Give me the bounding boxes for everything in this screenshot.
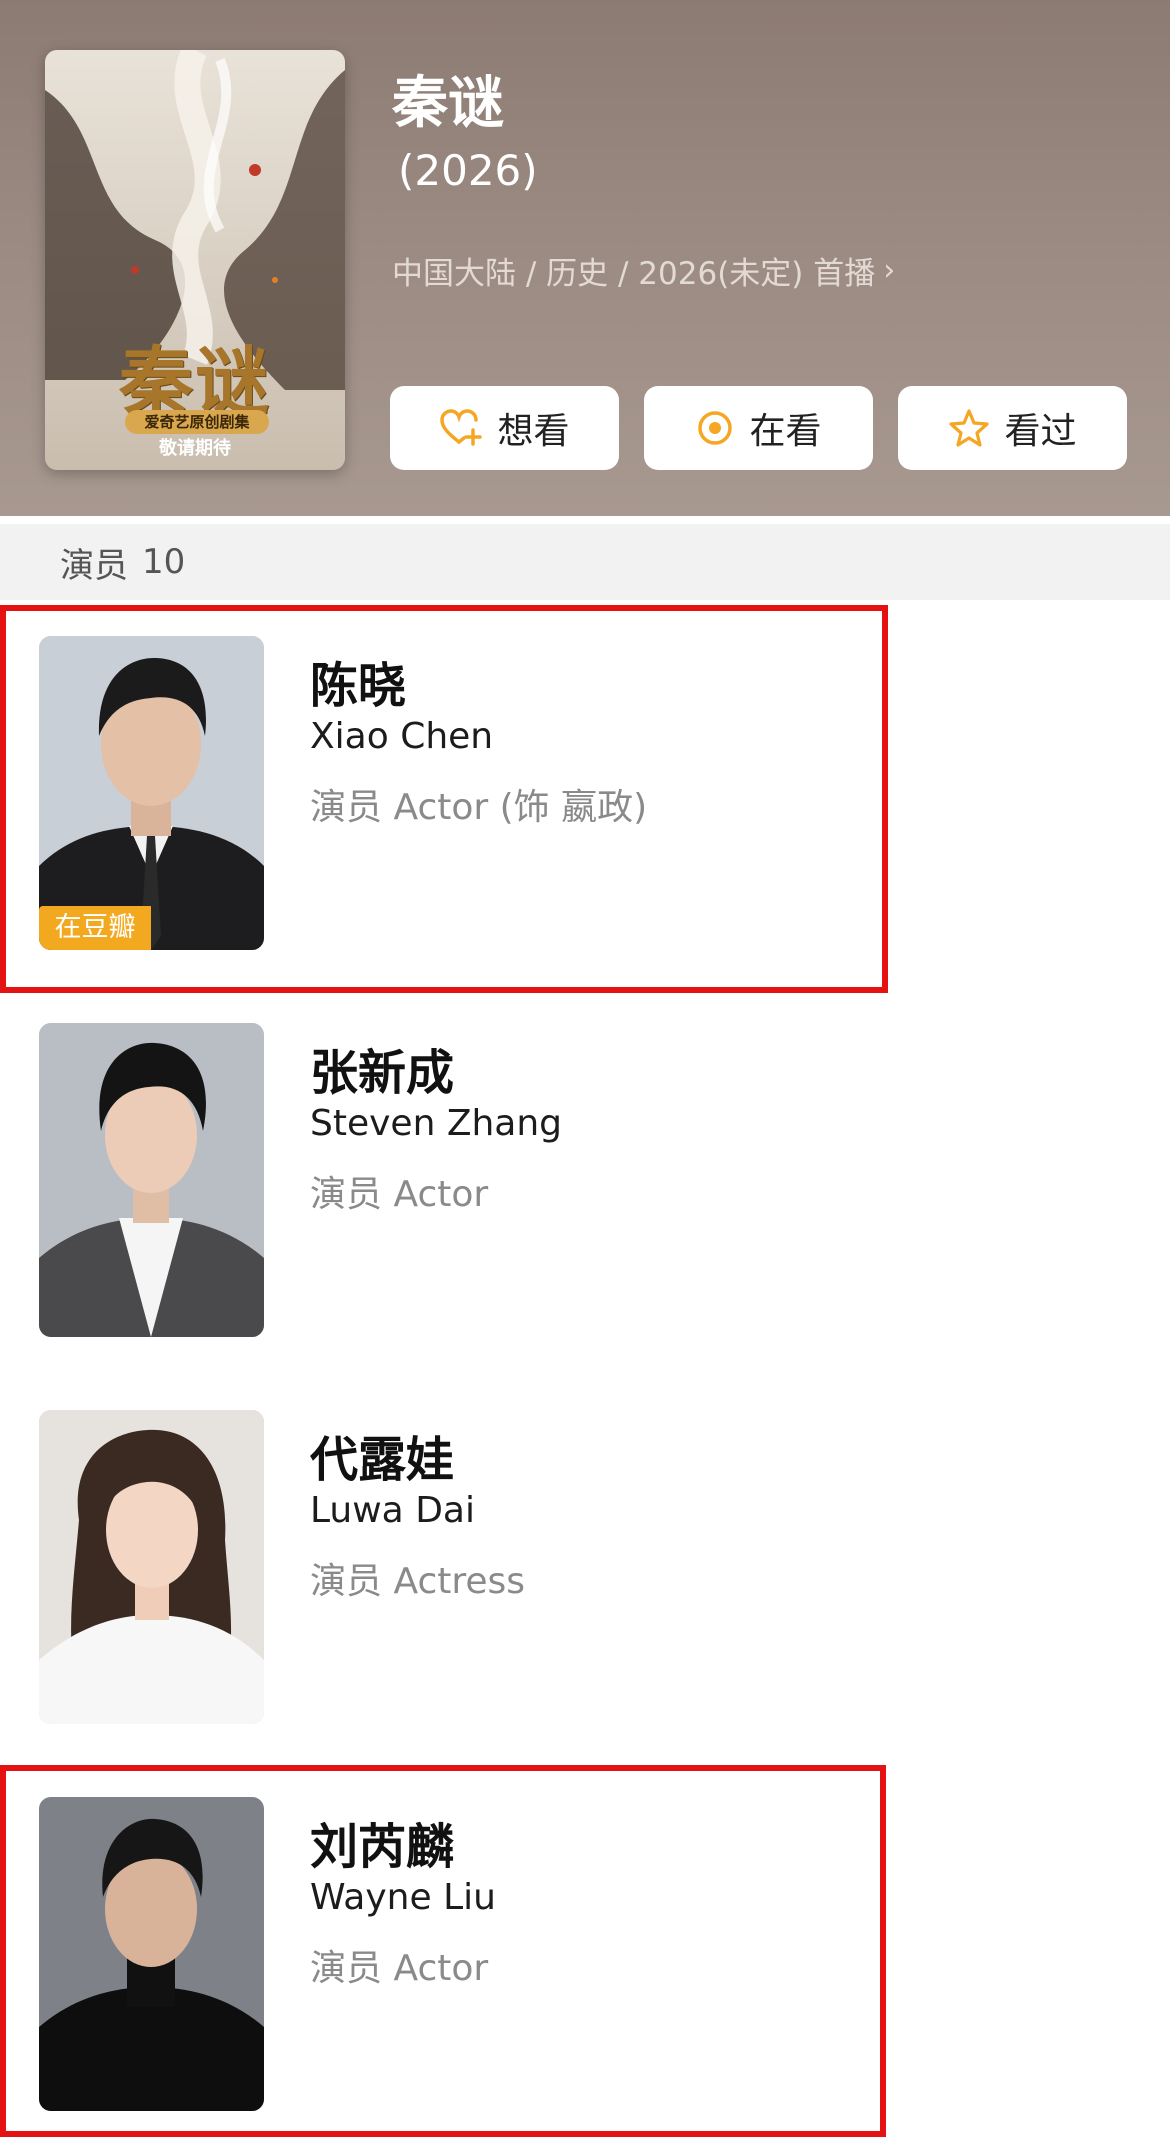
- actor-name: 陈晓: [310, 658, 407, 714]
- chevron-right-icon: ›: [883, 253, 896, 288]
- circle-dot-icon: [698, 411, 733, 445]
- movie-poster[interactable]: 秦谜 爱奇艺原创剧集 敬请期待: [45, 50, 345, 470]
- cast-section-label: 演员: [60, 545, 128, 586]
- action-buttons: 想看 在看 看过: [390, 386, 1127, 470]
- actor-portrait: [39, 636, 264, 950]
- actor-name: 刘芮麟: [310, 1819, 455, 1875]
- watching-button[interactable]: 在看: [644, 386, 873, 470]
- actor-english-name: Steven Zhang: [310, 1103, 563, 1144]
- actor-name: 张新成: [310, 1045, 455, 1101]
- cast-item[interactable]: 在豆瓣 陈晓 Xiao Chen 演员 Actor (饰 嬴政): [0, 612, 1170, 992]
- actor-name: 代露娃: [310, 1432, 455, 1488]
- actor-english-name: Wayne Liu: [310, 1877, 496, 1918]
- actor-portrait: [39, 1797, 264, 2111]
- actor-role: 演员 Actor: [310, 1174, 489, 1215]
- actor-photo[interactable]: [39, 1797, 264, 2111]
- actor-english-name: Xiao Chen: [310, 716, 494, 757]
- movie-title: 秦谜: [392, 71, 504, 136]
- cast-item[interactable]: 代露娃 Luwa Dai 演员 Actress: [0, 1386, 1170, 1766]
- poster-caption: 敬请期待: [159, 438, 231, 459]
- movie-header: 秦谜 爱奇艺原创剧集 敬请期待 秦谜 (2026) 中国大陆 / 历史 / 20…: [0, 0, 1170, 516]
- want-to-watch-button[interactable]: 想看: [390, 386, 619, 470]
- want-to-watch-label: 想看: [497, 411, 570, 452]
- heart-plus-icon: [440, 409, 483, 446]
- watched-label: 看过: [1004, 411, 1077, 452]
- actor-portrait: [39, 1410, 264, 1724]
- cast-item[interactable]: 刘芮麟 Wayne Liu 演员 Actor: [0, 1773, 1170, 2139]
- poster-tag: 爱奇艺原创剧集: [125, 410, 269, 434]
- actor-role: 演员 Actress: [310, 1561, 526, 1602]
- cast-count: 10: [142, 542, 186, 582]
- actor-photo[interactable]: 在豆瓣: [39, 636, 264, 950]
- movie-meta-link[interactable]: 中国大陆 / 历史 / 2026(未定) 首播 ›: [392, 248, 895, 293]
- watched-button[interactable]: 看过: [898, 386, 1127, 470]
- actor-role: 演员 Actor (饰 嬴政): [310, 787, 648, 828]
- movie-year: (2026): [398, 146, 538, 195]
- actor-photo[interactable]: [39, 1410, 264, 1724]
- cast-item[interactable]: 张新成 Steven Zhang 演员 Actor: [0, 999, 1170, 1379]
- actor-role: 演员 Actor: [310, 1948, 489, 1989]
- actor-portrait: [39, 1023, 264, 1337]
- douban-badge: 在豆瓣: [39, 906, 151, 950]
- actor-english-name: Luwa Dai: [310, 1490, 475, 1531]
- watching-label: 在看: [749, 411, 822, 452]
- actor-photo[interactable]: [39, 1023, 264, 1337]
- star-icon: [949, 409, 990, 447]
- movie-meta-text: 中国大陆 / 历史 / 2026(未定) 首播: [392, 256, 876, 292]
- cast-section-header[interactable]: 演员 10: [0, 524, 1170, 600]
